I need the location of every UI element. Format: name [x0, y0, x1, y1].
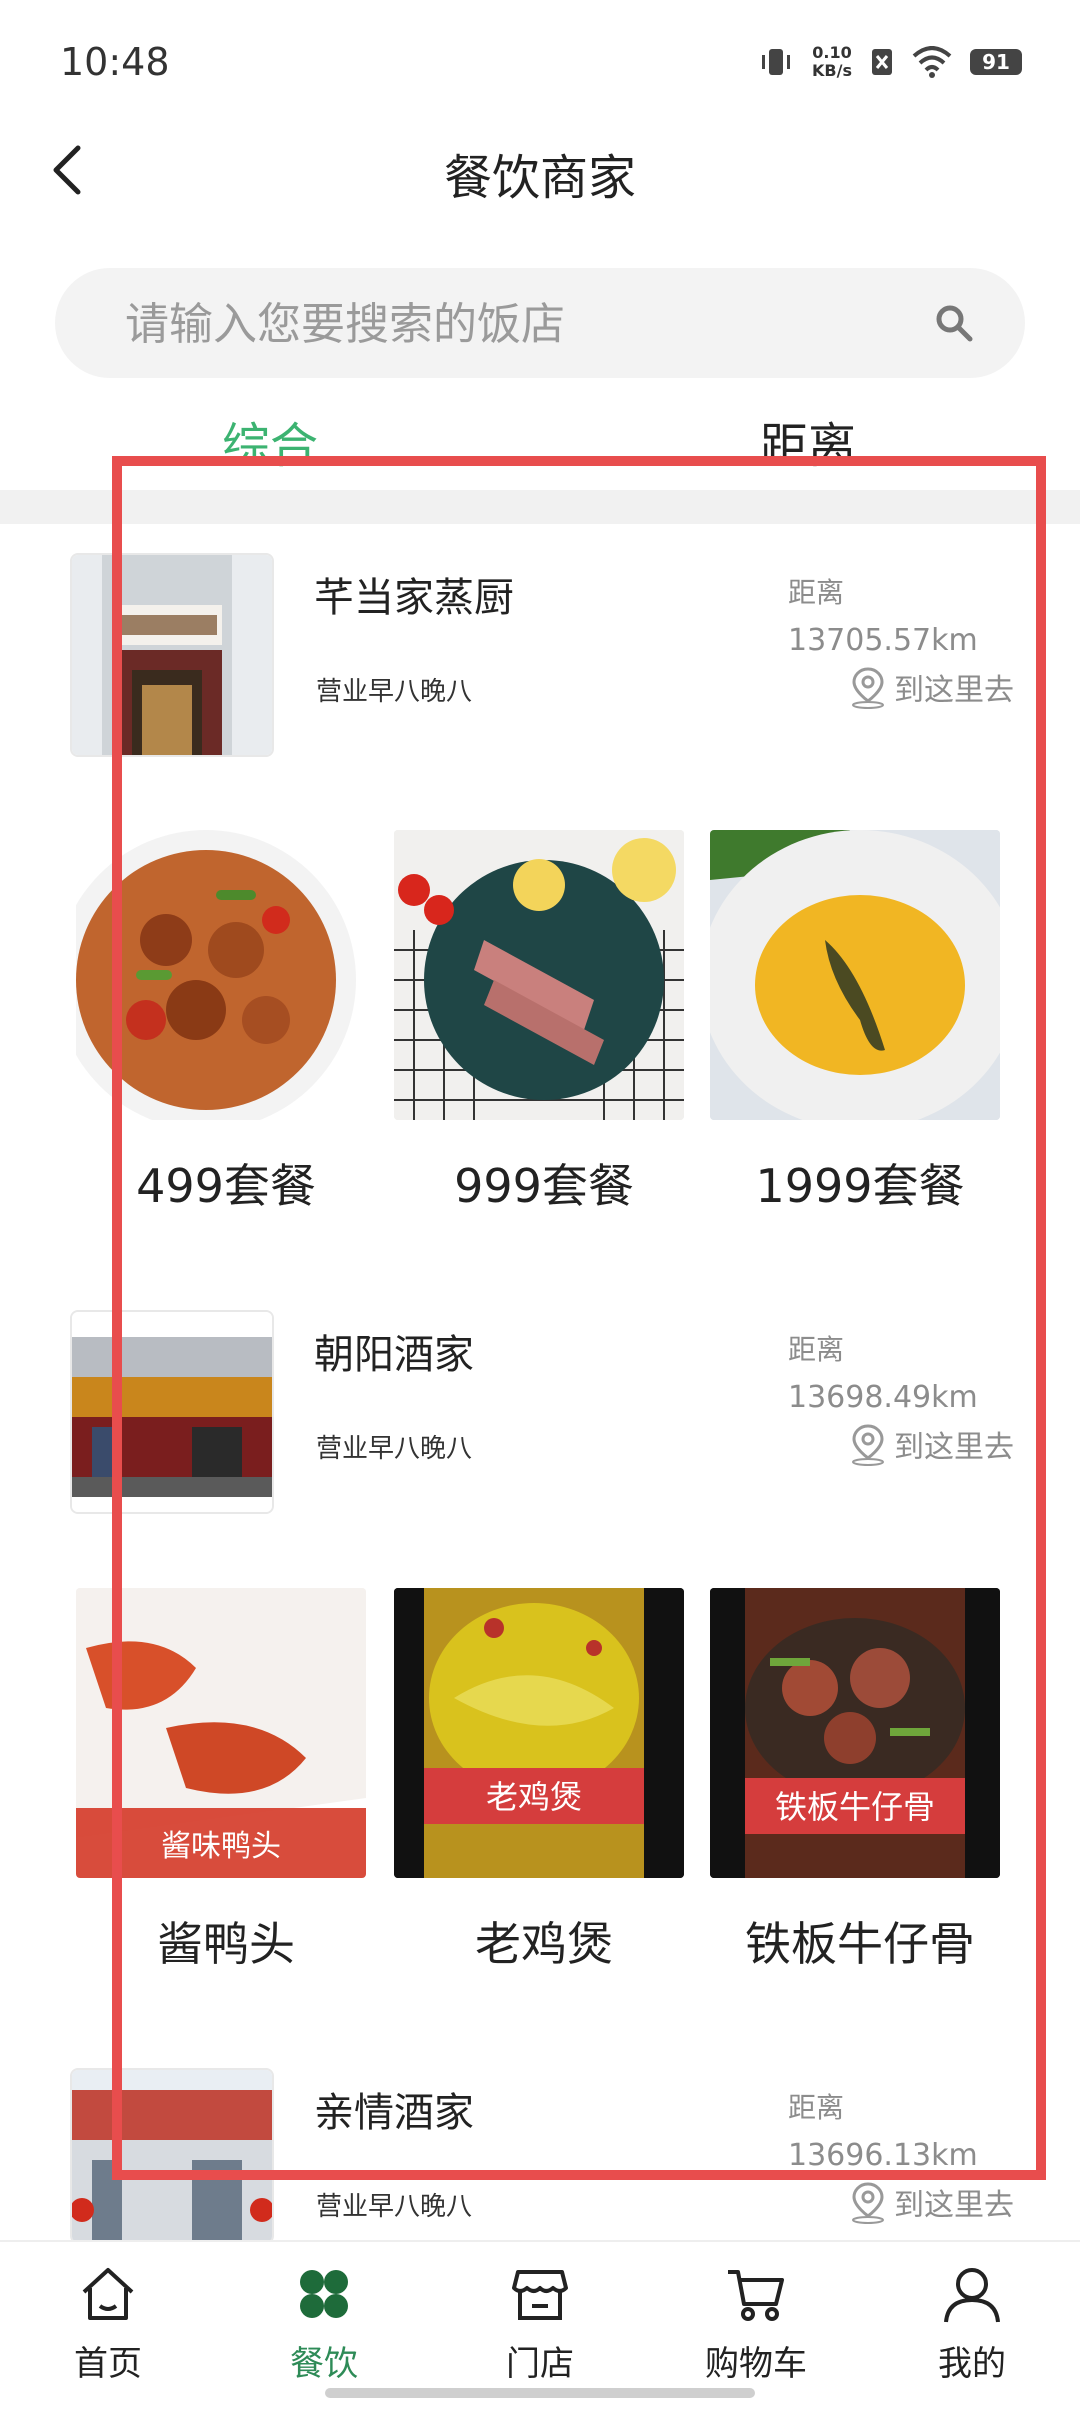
restaurant-name: 芊当家蒸厨 [314, 575, 514, 621]
distance-label: 距离 [788, 576, 845, 609]
navigate-link[interactable]: 到这里去 [848, 2180, 1014, 2224]
dish-item[interactable]: 999套餐 [394, 830, 694, 1216]
page-header: 餐饮商家 [0, 120, 1080, 230]
status-time: 10:48 [60, 40, 170, 84]
search-icon[interactable] [933, 302, 975, 344]
tab-comprehensive[interactable]: 综合 [222, 406, 318, 476]
nav-dining[interactable]: 餐饮 [254, 2262, 394, 2385]
search-bar [55, 268, 1025, 380]
dish-photo: 老鸡煲 [394, 1588, 684, 1878]
search-input[interactable] [123, 268, 927, 380]
nav-store[interactable]: 门店 [470, 2262, 610, 2385]
restaurant-thumbnail[interactable] [70, 2068, 274, 2244]
network-speed: 0.10 KB/s [812, 44, 852, 80]
restaurant-name: 亲情酒家 [314, 2090, 474, 2136]
distance-value: 13696.13km [788, 2138, 978, 2173]
dish-item[interactable]: 铁板牛仔骨 铁板牛仔骨 [710, 1588, 1010, 1974]
nav-home-label: 首页 [74, 2344, 142, 2384]
storefront-photo [72, 2070, 272, 2242]
nav-cart-label: 购物车 [705, 2344, 807, 2384]
dish-row: 499套餐 999套餐 1999套餐 [0, 830, 1080, 1230]
restaurant-name: 朝阳酒家 [314, 1332, 474, 1378]
sim-off-icon [872, 49, 892, 75]
storefront-photo [72, 1312, 272, 1512]
tab-distance[interactable]: 距离 [760, 406, 856, 476]
bottom-nav: 首页 餐饮 门店 购物车 我的 [0, 2240, 1080, 2410]
location-pin-icon [852, 667, 884, 709]
dish-photo [710, 830, 1000, 1120]
dish-item[interactable]: 老鸡煲 老鸡煲 [394, 1588, 694, 1974]
dish-name: 999套餐 [454, 1159, 634, 1213]
user-icon [944, 2268, 1000, 2323]
status-icons: 0.10 KB/s 91 [758, 44, 1022, 80]
dish-item[interactable]: 酱味鸭头 酱鸭头 [76, 1588, 376, 1974]
business-hours: 营业早八晚八 [316, 2192, 473, 2222]
dish-item[interactable]: 1999套餐 [710, 830, 1010, 1216]
dish-overlay-text: 铁板牛仔骨 [775, 1788, 935, 1826]
net-speed-value: 0.10 [812, 43, 852, 62]
dish-photo: 铁板牛仔骨 [710, 1588, 1000, 1878]
battery-icon: 91 [970, 49, 1022, 75]
clover-icon [300, 2270, 348, 2318]
restaurant-thumbnail[interactable] [70, 553, 274, 757]
dish-row: 酱味鸭头 酱鸭头 老鸡煲 老鸡煲 铁板牛仔骨 铁板牛仔骨 [0, 1588, 1080, 1988]
store-icon [512, 2270, 568, 2320]
wifi-icon [912, 46, 952, 78]
home-indicator[interactable] [325, 2388, 755, 2398]
distance-label: 距离 [788, 2091, 845, 2124]
nav-cart[interactable]: 购物车 [686, 2262, 826, 2385]
restaurant-card[interactable]: 芊当家蒸厨 营业早八晚八 距离 13705.57km 到这里去 [0, 553, 1080, 757]
navigate-label: 到这里去 [894, 1430, 1014, 1465]
location-pin-icon [852, 2182, 884, 2224]
restaurant-card[interactable]: 亲情酒家 营业早八晚八 距离 13696.13km 到这里去 [0, 2068, 1080, 2268]
location-pin-icon [852, 1424, 884, 1466]
dish-overlay-text: 酱味鸭头 [161, 1829, 281, 1864]
cart-icon [728, 2270, 784, 2321]
dish-name: 酱鸭头 [157, 1917, 295, 1971]
dish-item[interactable]: 499套餐 [76, 830, 376, 1216]
nav-home[interactable]: 首页 [38, 2262, 178, 2385]
dish-name: 老鸡煲 [475, 1917, 613, 1971]
status-bar: 10:48 0.10 KB/s 91 [0, 0, 1080, 120]
page-title: 餐饮商家 [443, 150, 636, 206]
dish-overlay-text: 老鸡煲 [486, 1778, 582, 1816]
dish-name: 铁板牛仔骨 [745, 1917, 975, 1971]
vibrate-icon [762, 49, 791, 75]
nav-store-label: 门店 [506, 2344, 574, 2384]
dish-name: 1999套餐 [755, 1159, 965, 1213]
nav-dining-label: 餐饮 [290, 2344, 358, 2384]
restaurant-thumbnail[interactable] [70, 1310, 274, 1514]
storefront-photo [72, 555, 272, 755]
dish-photo [394, 830, 684, 1120]
navigate-label: 到这里去 [894, 2188, 1014, 2223]
dish-photo [76, 830, 366, 1120]
business-hours: 营业早八晚八 [316, 677, 473, 707]
sort-tabs: 综合 距离 [0, 400, 1080, 480]
navigate-link[interactable]: 到这里去 [848, 665, 1014, 709]
distance-label: 距离 [788, 1333, 845, 1366]
dish-name: 499套餐 [136, 1159, 316, 1213]
distance-value: 13705.57km [788, 623, 978, 658]
nav-profile[interactable]: 我的 [902, 2262, 1042, 2385]
home-icon [82, 2268, 134, 2320]
net-speed-unit: KB/s [812, 61, 852, 80]
navigate-link[interactable]: 到这里去 [848, 1422, 1014, 1466]
business-hours: 营业早八晚八 [316, 1434, 473, 1464]
divider [0, 490, 1080, 524]
navigate-label: 到这里去 [894, 673, 1014, 708]
dish-photo: 酱味鸭头 [76, 1588, 366, 1878]
distance-value: 13698.49km [788, 1380, 978, 1415]
restaurant-card[interactable]: 朝阳酒家 营业早八晚八 距离 13698.49km 到这里去 [0, 1310, 1080, 1514]
nav-profile-label: 我的 [938, 2344, 1006, 2384]
